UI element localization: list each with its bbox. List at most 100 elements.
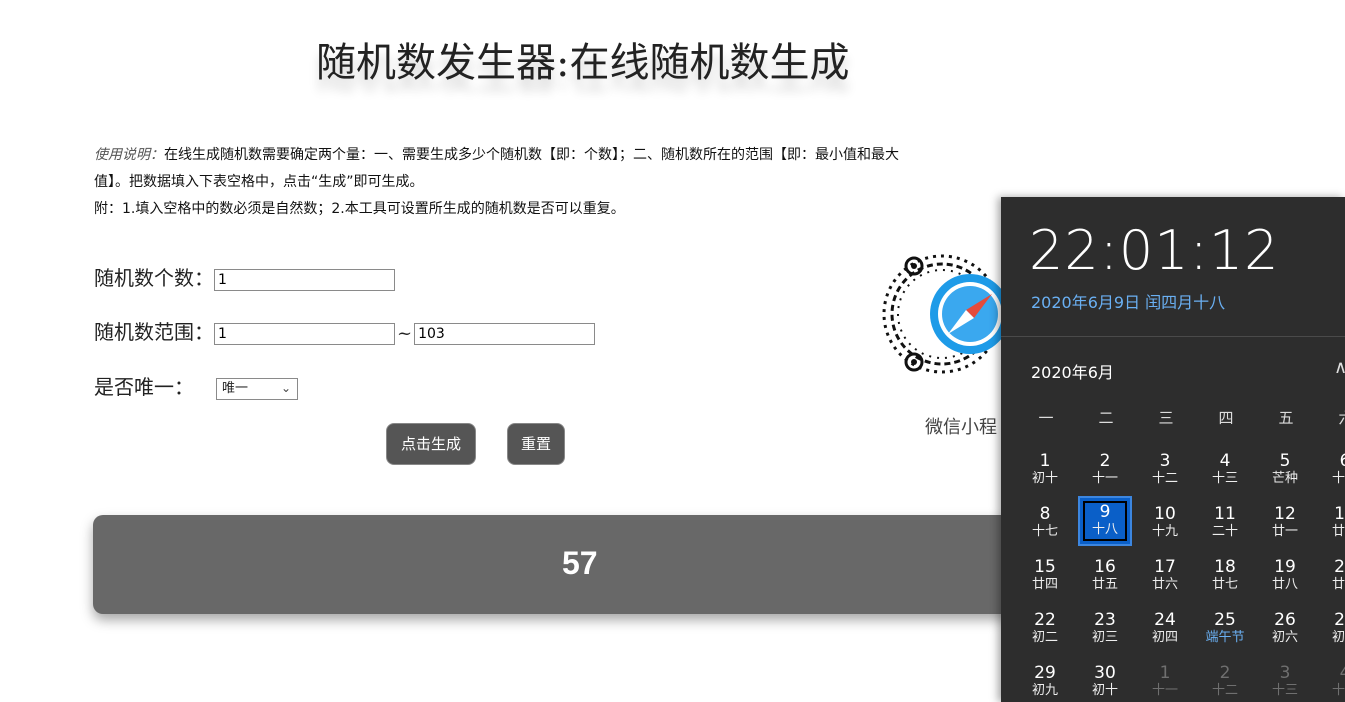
calendar-day[interactable]: 22 初二 <box>1018 606 1072 656</box>
calendar-day[interactable]: 13廿二 <box>1318 500 1345 550</box>
day-number: 4 <box>1219 451 1231 471</box>
instructions-label: 使用说明： <box>94 147 164 163</box>
day-number: 1 <box>1039 451 1051 471</box>
calendar-day[interactable]: 17 廿六 <box>1138 553 1192 603</box>
count-row: 随机数个数： <box>94 262 395 291</box>
calendar-day[interactable]: 20廿九 <box>1318 553 1345 603</box>
lunar-date: 廿二 <box>1331 524 1345 539</box>
wechat-qr-code <box>880 222 1010 402</box>
day-number: 1 <box>1159 663 1171 683</box>
range-min-input[interactable] <box>214 322 395 345</box>
lunar-date: 十七 <box>1031 524 1058 539</box>
chevron-down-icon: ⌄ <box>280 380 291 395</box>
range-separator: ~ <box>397 323 413 344</box>
calendar-day-festival[interactable]: 25 端午节 <box>1198 606 1252 656</box>
day-number: 6 <box>1339 451 1345 471</box>
day-number: 25 <box>1214 610 1236 630</box>
calendar-day[interactable]: 4 十三 <box>1198 447 1252 497</box>
instructions-line-3: 附：1.填入空格中的数必须是自然数；2.本工具可设置所生成的随机数是否可以重复。 <box>94 201 625 217</box>
lunar-date: 廿六 <box>1151 577 1178 592</box>
lunar-date: 初七 <box>1331 630 1345 645</box>
day-number: 30 <box>1094 663 1116 683</box>
lunar-date: 廿七 <box>1211 577 1238 592</box>
day-number: 10 <box>1154 504 1176 524</box>
count-input[interactable] <box>214 268 395 291</box>
calendar-day[interactable]: 26 初六 <box>1258 606 1312 656</box>
day-number: 26 <box>1274 610 1296 630</box>
calendar-day[interactable]: 15 廿四 <box>1018 553 1072 603</box>
day-number: 2 <box>1099 451 1111 471</box>
lunar-date: 芒种 <box>1271 471 1298 486</box>
lunar-date: 初二 <box>1031 630 1058 645</box>
calendar-day[interactable]: 2 十一 <box>1078 447 1132 497</box>
usage-instructions: 使用说明：在线生成随机数需要确定两个量：一、需要生成多少个随机数【即：个数】；二… <box>94 142 1034 223</box>
calendar-day[interactable]: 23 初三 <box>1078 606 1132 656</box>
day-number: 2 <box>1219 663 1231 683</box>
lunar-date: 初六 <box>1271 630 1298 645</box>
calendar-day[interactable]: 6十五 <box>1318 447 1345 497</box>
day-number: 27 <box>1334 610 1345 630</box>
lunar-date: 初十 <box>1031 471 1058 486</box>
count-label: 随机数个数： <box>94 266 214 290</box>
weekday-header: 三 <box>1158 409 1174 427</box>
lunar-date: 初四 <box>1151 630 1178 645</box>
reset-button[interactable]: 重置 <box>507 423 565 465</box>
weekday-header: 五 <box>1278 409 1294 427</box>
calendar-day[interactable]: 10 十九 <box>1138 500 1192 550</box>
day-number: 19 <box>1274 557 1296 577</box>
unique-select-value: 唯一 <box>222 380 249 396</box>
calendar-day[interactable]: 5 芒种 <box>1258 447 1312 497</box>
calendar-day[interactable]: 11 二十 <box>1198 500 1252 550</box>
lunar-date: 廿九 <box>1331 577 1345 592</box>
day-number: 5 <box>1279 451 1291 471</box>
instructions-line-1: 使用说明：在线生成随机数需要确定两个量：一、需要生成多少个随机数【即：个数】；二… <box>94 142 1034 169</box>
unique-label: 是否唯一： <box>94 375 194 399</box>
calendar-month-title[interactable]: 2020年6月 <box>1031 359 1114 383</box>
calendar-flyout: 22:01:12 2020年6月9日 闰四月十八 2020年6月 ∧ 一 二 三… <box>1001 197 1345 702</box>
calendar-day-next-month[interactable]: 1 十一 <box>1138 659 1192 702</box>
day-number: 16 <box>1094 557 1116 577</box>
calendar-day[interactable]: 8 十七 <box>1018 500 1072 550</box>
lunar-date: 十九 <box>1151 524 1178 539</box>
lunar-date: 十四 <box>1331 683 1345 698</box>
calendar-day-today[interactable]: 9 十八 <box>1078 496 1132 546</box>
day-number: 11 <box>1214 504 1236 524</box>
calendar-day[interactable]: 16 廿五 <box>1078 553 1132 603</box>
calendar-day[interactable]: 27初七 <box>1318 606 1345 656</box>
calendar-day[interactable]: 1 初十 <box>1018 447 1072 497</box>
range-max-input[interactable] <box>414 322 596 345</box>
lunar-date: 十八 <box>1091 522 1118 537</box>
day-number: 23 <box>1094 610 1116 630</box>
day-number: 12 <box>1274 504 1296 524</box>
range-label: 随机数范围： <box>94 320 214 344</box>
calendar-day[interactable]: 3 十二 <box>1138 447 1192 497</box>
day-number: 22 <box>1034 610 1056 630</box>
lunar-date: 廿一 <box>1271 524 1298 539</box>
clock-date-link[interactable]: 2020年6月9日 闰四月十八 <box>1031 289 1225 313</box>
result-panel: 57 <box>93 515 1093 614</box>
generate-button[interactable]: 点击生成 <box>386 423 476 465</box>
instructions-line-2: 值】。把数据填入下表空格中，点击“生成”即可生成。 <box>94 174 424 190</box>
day-number: 13 <box>1334 504 1345 524</box>
unique-select[interactable]: 唯一 ⌄ <box>216 377 298 400</box>
calendar-day[interactable]: 29 初九 <box>1018 659 1072 702</box>
lunar-date: 廿八 <box>1271 577 1298 592</box>
calendar-day-next-month[interactable]: 4十四 <box>1318 659 1345 702</box>
calendar-day[interactable]: 12 廿一 <box>1258 500 1312 550</box>
calendar-day-next-month[interactable]: 2 十二 <box>1198 659 1252 702</box>
lunar-date: 端午节 <box>1205 630 1245 645</box>
lunar-date: 二十 <box>1211 524 1238 539</box>
lunar-date: 十一 <box>1151 683 1178 698</box>
day-number: 29 <box>1034 663 1056 683</box>
day-number: 3 <box>1159 451 1171 471</box>
calendar-day-next-month[interactable]: 3 十三 <box>1258 659 1312 702</box>
previous-month-arrow-icon[interactable]: ∧ <box>1334 357 1345 378</box>
calendar-day[interactable]: 30 初十 <box>1078 659 1132 702</box>
day-number: 9 <box>1099 502 1111 522</box>
calendar-day[interactable]: 24 初四 <box>1138 606 1192 656</box>
divider <box>1001 336 1345 337</box>
unique-row: 是否唯一： 唯一 ⌄ <box>94 371 298 400</box>
result-value: 57 <box>562 545 598 581</box>
calendar-day[interactable]: 18 廿七 <box>1198 553 1252 603</box>
calendar-day[interactable]: 19 廿八 <box>1258 553 1312 603</box>
